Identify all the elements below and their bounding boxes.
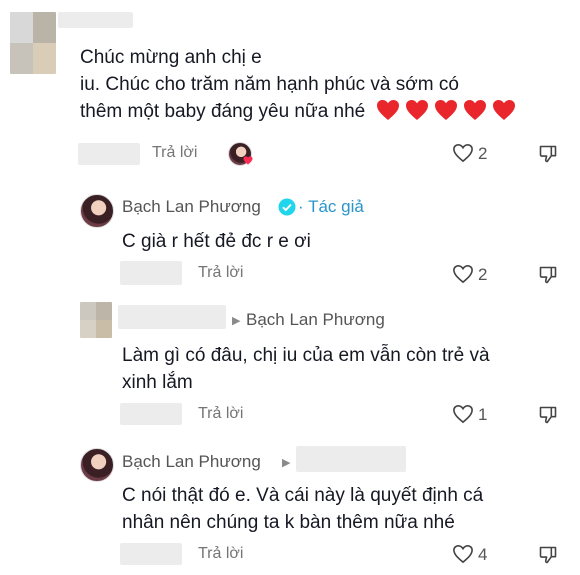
dislike-icon[interactable] [538, 144, 558, 164]
reply-to-arrow-icon: ▶ [282, 457, 291, 469]
author-avatar[interactable] [80, 448, 114, 482]
red-heart-emoji [463, 100, 486, 120]
commenter-name-blurred[interactable] [58, 12, 133, 28]
like-count: 2 [478, 144, 488, 163]
like-heart-icon[interactable] [452, 143, 474, 163]
comment-text: Làm gì có đâu, chị iu của em vẫn còn trẻ… [122, 345, 490, 393]
red-heart-emoji [405, 100, 428, 120]
reply-to-arrow-icon: ▶ [232, 315, 241, 327]
commenter-avatar-pixelated[interactable] [10, 12, 56, 74]
reply-to-name-blurred[interactable] [296, 446, 406, 472]
author-tag: · Tác giả [298, 197, 364, 216]
comment-text: Chúc mừng anh chị e iu. Chúc cho trăm nă… [80, 44, 516, 125]
timestamp-blurred [120, 261, 182, 285]
like-count: 1 [478, 405, 488, 424]
red-heart-emoji [434, 100, 457, 120]
dislike-icon[interactable] [538, 405, 558, 425]
red-heart-emoji [376, 100, 399, 120]
dislike-icon[interactable] [538, 265, 558, 285]
reply-button[interactable]: Trả lời [198, 405, 243, 423]
reply-button[interactable]: Trả lời [198, 264, 243, 282]
like-count: 4 [478, 545, 488, 564]
author-avatar[interactable] [80, 194, 114, 228]
dislike-icon[interactable] [538, 545, 558, 565]
timestamp-blurred [78, 143, 140, 165]
red-heart-emoji [492, 100, 515, 120]
creator-liked-heart-icon [243, 156, 253, 165]
like-heart-icon[interactable] [452, 264, 474, 284]
reply-button[interactable]: Trả lời [152, 144, 197, 162]
author-name[interactable]: Bạch Lan Phương [122, 452, 261, 472]
timestamp-blurred [120, 403, 182, 425]
author-name[interactable]: Bạch Lan Phương [122, 197, 261, 217]
red-heart-emoji-row [365, 100, 515, 122]
commenter-name-blurred[interactable] [118, 305, 226, 329]
comment-text: C nói thật đó e. Và cái này là quyết địn… [122, 485, 484, 533]
like-heart-icon[interactable] [452, 544, 474, 564]
like-count: 2 [478, 265, 488, 284]
comment-text: C già r hết đẻ đc r e ơi [122, 231, 311, 252]
reply-button[interactable]: Trả lời [198, 545, 243, 563]
verified-icon [278, 198, 296, 216]
like-heart-icon[interactable] [452, 404, 474, 424]
timestamp-blurred [120, 543, 182, 565]
commenter-avatar-pixelated[interactable] [80, 302, 112, 338]
reply-to-name[interactable]: Bạch Lan Phương [246, 310, 385, 330]
